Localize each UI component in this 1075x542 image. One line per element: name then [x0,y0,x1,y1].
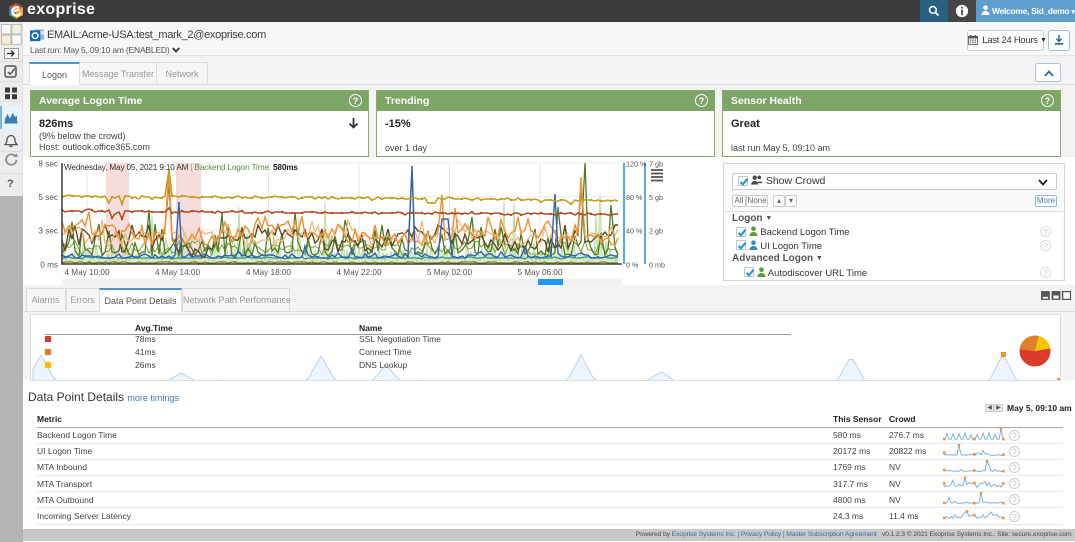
svg-text:2 gb: 2 gb [649,227,663,236]
svg-text:Wednesday, May 05, 2021 9:10 A: Wednesday, May 05, 2021 9:10 AM | Backen… [64,163,298,172]
svg-text:4 May 14:00: 4 May 14:00 [155,268,201,277]
svg-text:78ms: 78ms [135,334,156,344]
svg-text:40 %: 40 % [626,227,643,236]
svg-text:5 May 02:00: 5 May 02:00 [427,268,473,277]
svg-text:80 %: 80 % [626,193,643,202]
svg-text:5 sec: 5 sec [38,193,58,202]
svg-text:120 %: 120 % [626,160,647,169]
svg-text:41ms: 41ms [135,347,156,357]
svg-text:4 May 18:00: 4 May 18:00 [246,268,292,277]
svg-text:8 sec: 8 sec [38,160,58,169]
svg-text:Connect Time: Connect Time [359,347,412,357]
svg-text:26ms: 26ms [135,360,156,370]
svg-text:SSL Negotiation Time: SSL Negotiation Time [359,334,441,344]
svg-text:4 May 10:00: 4 May 10:00 [64,268,110,277]
svg-text:4 May 22:00: 4 May 22:00 [336,268,382,277]
svg-text:DNS Lookup: DNS Lookup [359,360,407,370]
svg-text:3 sec: 3 sec [38,227,58,236]
svg-text:0 %: 0 % [626,260,639,269]
svg-text:Avg.Time: Avg.Time [135,323,173,333]
svg-text:5 May 06:00: 5 May 06:00 [517,268,563,277]
svg-text:0 ms: 0 ms [40,260,58,269]
svg-text:Name: Name [359,323,382,333]
svg-text:7 gb: 7 gb [649,160,663,169]
svg-text:0 mb: 0 mb [649,260,665,269]
svg-text:5 gb: 5 gb [649,193,663,202]
